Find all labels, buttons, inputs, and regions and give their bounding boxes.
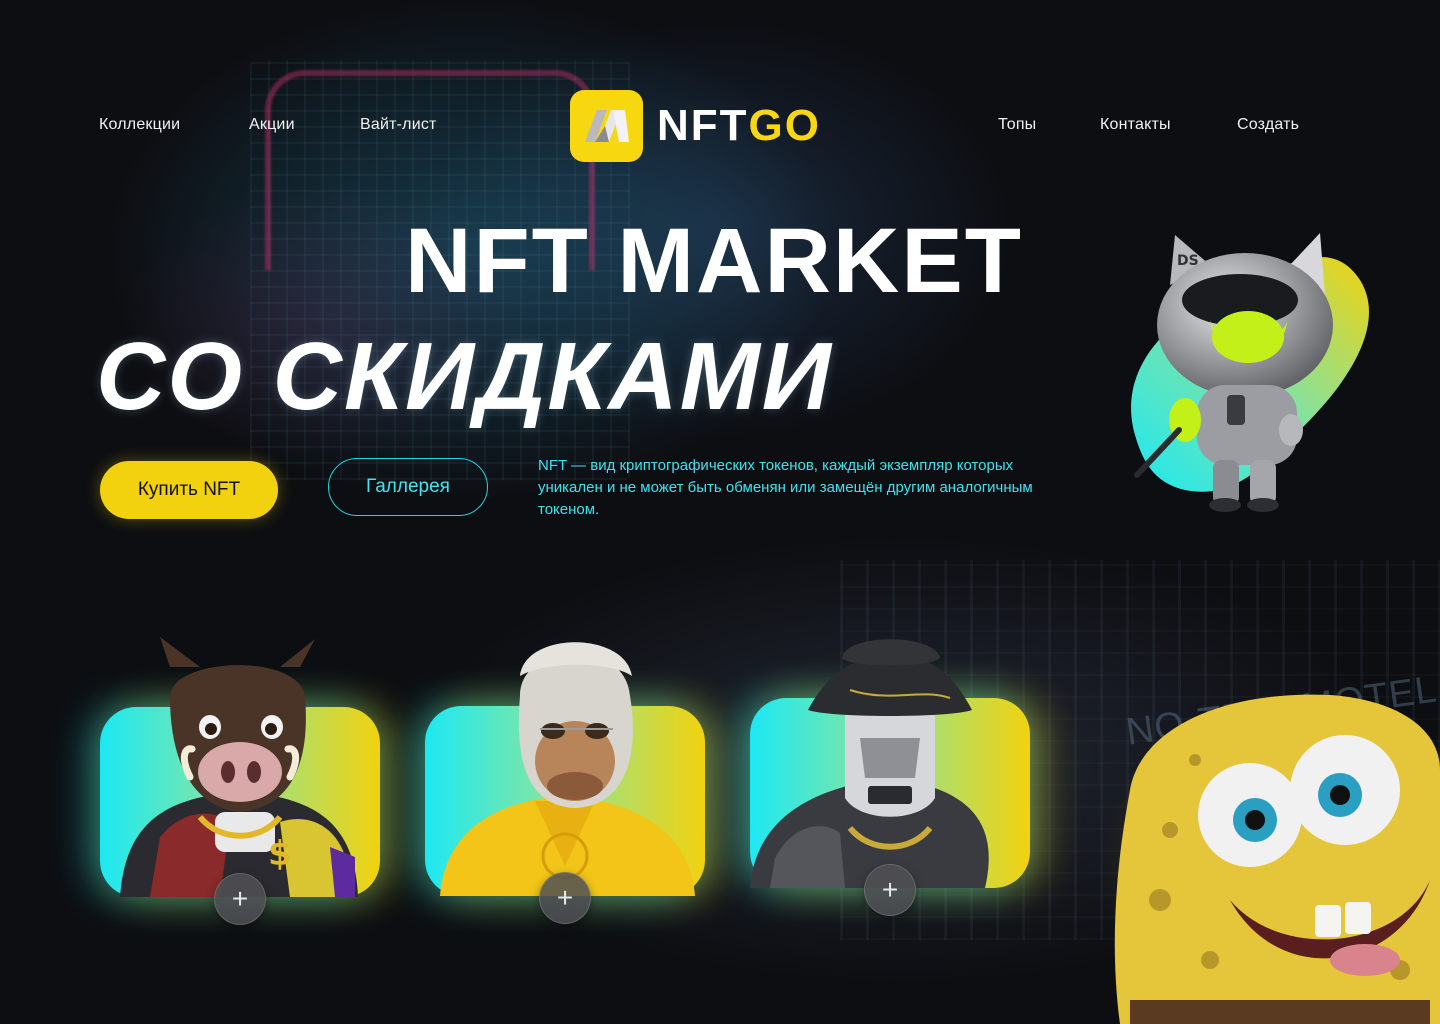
nav-link-whitelist[interactable]: Вайт-лист bbox=[360, 116, 437, 134]
hero-title-line2: СО СКИДКАМИ bbox=[96, 323, 833, 430]
buy-nft-button[interactable]: Купить NFT bbox=[100, 461, 278, 519]
nft-card-ape[interactable]: + bbox=[425, 642, 705, 924]
nftgo-logo-icon bbox=[570, 90, 643, 162]
gallery-button[interactable]: Галлерея bbox=[328, 458, 488, 516]
nav-link-create[interactable]: Создать bbox=[1237, 116, 1299, 134]
nft-card-boar[interactable]: $ + bbox=[100, 637, 380, 925]
nft-card-robot[interactable]: + bbox=[750, 639, 1030, 916]
logo-text: NFTGO bbox=[657, 101, 821, 150]
add-to-cart-button[interactable]: + bbox=[864, 864, 916, 916]
logo[interactable]: NFTGO bbox=[570, 90, 821, 162]
add-to-cart-button[interactable]: + bbox=[214, 873, 266, 925]
add-to-cart-button[interactable]: + bbox=[539, 872, 591, 924]
hero-title-line1: NFT MARKET bbox=[405, 210, 1023, 312]
ape-artwork bbox=[425, 636, 705, 896]
hero-description: NFT — вид криптографических токенов, каж… bbox=[538, 457, 1033, 518]
robot-artwork bbox=[750, 628, 1030, 888]
sponge-figure bbox=[1100, 670, 1440, 1024]
plus-icon: + bbox=[881, 874, 899, 905]
nav-link-promotions[interactable]: Акции bbox=[249, 116, 295, 134]
svg-text:DS: DS bbox=[1177, 253, 1199, 269]
nav-link-tops[interactable]: Топы bbox=[998, 116, 1036, 134]
nav-link-contacts[interactable]: Контакты bbox=[1100, 116, 1171, 134]
astronaut-cat-figure: DS bbox=[1115, 225, 1375, 515]
plus-icon: + bbox=[556, 882, 574, 913]
boar-artwork: $ bbox=[100, 637, 380, 897]
svg-text:$: $ bbox=[268, 834, 292, 874]
plus-icon: + bbox=[231, 883, 249, 914]
nav-link-collections[interactable]: Коллекции bbox=[99, 116, 180, 134]
